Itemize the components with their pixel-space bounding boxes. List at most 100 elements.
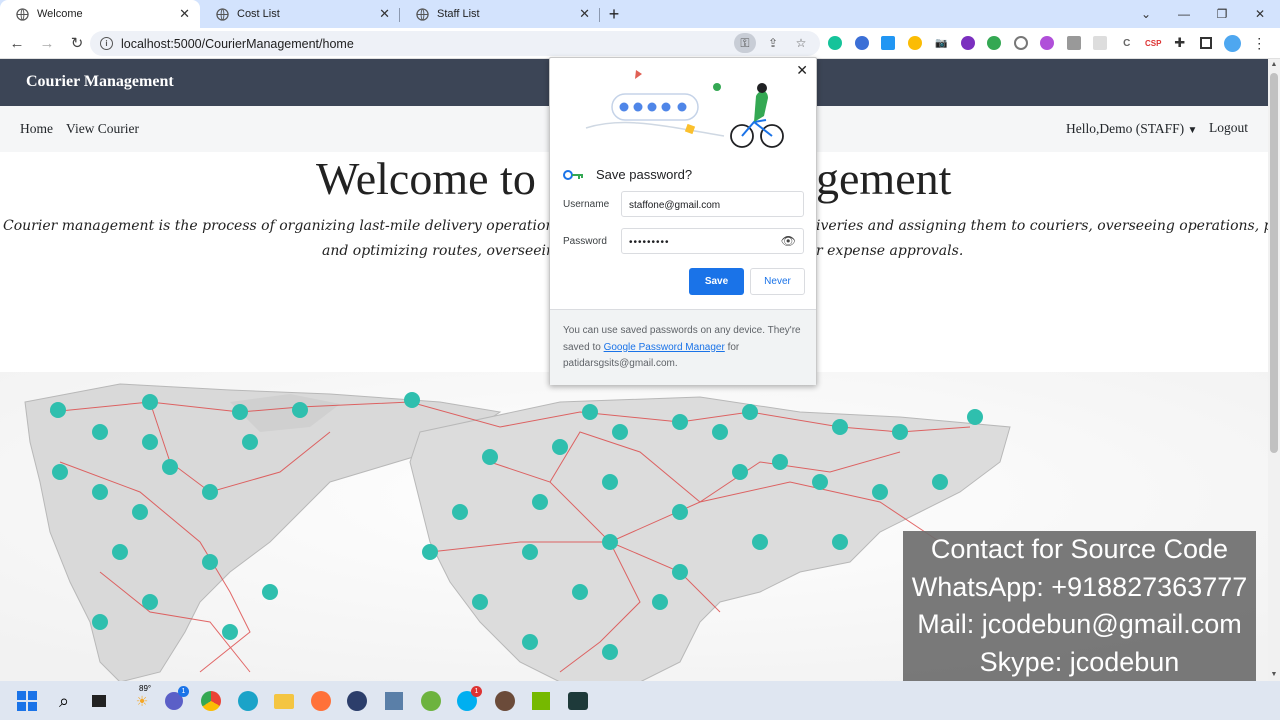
overlay-line: Contact for Source Code — [930, 534, 1229, 564]
scrollbar-thumb[interactable] — [1270, 73, 1278, 453]
extension-icon[interactable] — [981, 34, 1008, 52]
description-line: and optimizing routes, overseeing ve — [322, 243, 585, 259]
extension-icon[interactable]: C — [1114, 34, 1141, 52]
save-button[interactable]: Save — [689, 268, 744, 295]
extension-icon[interactable] — [902, 34, 929, 52]
dialog-footer: You can use saved passwords on any devic… — [550, 309, 816, 385]
tab-cost-list[interactable]: Cost List ✕ — [200, 0, 400, 28]
description-line: Courier management is the process of org… — [3, 218, 625, 234]
app-icon[interactable] — [346, 690, 368, 712]
app-icon[interactable] — [530, 690, 552, 712]
close-icon[interactable]: ✕ — [379, 6, 390, 22]
nav-home-link[interactable]: Home — [20, 121, 53, 137]
close-icon[interactable]: ✕ — [796, 62, 808, 79]
overlay-line: Skype: jcodebun — [979, 646, 1180, 677]
scroll-down-icon[interactable]: ▼ — [1268, 669, 1280, 681]
chrome-icon[interactable] — [200, 690, 222, 712]
caret-down-icon: ▼ — [1187, 125, 1198, 136]
description-line: r expense approvals. — [816, 243, 964, 259]
globe-icon — [416, 7, 429, 21]
minimize-icon[interactable]: — — [1166, 0, 1202, 28]
weather-icon[interactable]: ☀ 89° — [127, 684, 157, 712]
puzzle-icon[interactable]: ✚ — [1167, 34, 1194, 52]
extension-icon[interactable] — [1008, 34, 1035, 52]
footer-account: patidarsgsits@gmail.com. — [563, 358, 678, 369]
reload-icon[interactable]: ↻ — [64, 30, 90, 56]
nav-view-courier-link[interactable]: View Courier — [66, 121, 139, 137]
google-password-manager-link[interactable]: Google Password Manager — [604, 342, 725, 353]
menu-kebab-icon[interactable]: ⋮ — [1246, 34, 1273, 52]
maximize-icon[interactable]: ❐ — [1204, 0, 1240, 28]
grammarly-icon[interactable] — [822, 34, 849, 52]
username-field[interactable]: staffone@gmail.com — [621, 191, 804, 217]
back-arrow-icon[interactable]: ← — [4, 30, 30, 56]
page-scrollbar[interactable]: ▲ ▼ — [1268, 59, 1280, 681]
tab-welcome[interactable]: Welcome ✕ — [0, 0, 200, 28]
edge-icon[interactable] — [237, 690, 259, 712]
footer-text: for — [727, 341, 740, 353]
close-icon[interactable]: ✕ — [579, 6, 590, 22]
terminal-icon[interactable] — [567, 690, 589, 712]
never-button[interactable]: Never — [750, 268, 805, 295]
skype-icon[interactable]: 1 — [456, 686, 482, 712]
logout-link[interactable]: Logout — [1209, 120, 1248, 136]
tab-label: Staff List — [437, 8, 480, 20]
extensions-bar: 📷 C CSP ✚ ⋮ — [822, 34, 1273, 52]
profile-avatar-icon[interactable] — [1220, 34, 1247, 52]
share-icon[interactable]: ⇪ — [762, 33, 784, 53]
camera-icon[interactable]: 📷 — [928, 34, 955, 52]
new-tab-button[interactable]: + — [600, 0, 628, 28]
description-line: iveries and assigning them to couriers, … — [816, 218, 1280, 234]
username-label: Username — [563, 199, 610, 210]
brand-title[interactable]: Courier Management — [26, 73, 174, 91]
extension-icon[interactable] — [1061, 34, 1088, 52]
firefox-icon[interactable] — [310, 690, 332, 712]
extension-icon[interactable] — [1034, 34, 1061, 52]
tab-staff-list[interactable]: Staff List ✕ — [400, 0, 600, 28]
key-icon — [563, 170, 583, 180]
user-menu-label: Hello,Demo (STAFF) — [1066, 121, 1185, 136]
file-explorer-icon[interactable] — [273, 690, 295, 712]
page-title-right: gement — [816, 153, 952, 204]
extension-icon[interactable] — [849, 34, 876, 52]
password-illustration — [585, 70, 784, 148]
window-close-icon[interactable]: ✕ — [1242, 0, 1278, 28]
save-password-dialog: ✕ Save password? Username staffone@gmail… — [549, 57, 817, 385]
info-icon[interactable]: i — [100, 37, 113, 50]
scroll-up-icon[interactable]: ▲ — [1268, 59, 1280, 71]
dialog-title: Save password? — [596, 167, 693, 182]
globe-icon — [216, 7, 229, 21]
sidebar-icon[interactable] — [1193, 34, 1220, 52]
extension-icon[interactable] — [955, 34, 982, 52]
search-icon[interactable]: ⌕ — [53, 690, 75, 712]
page-title-left: Welcome to — [316, 153, 536, 204]
app-icon[interactable] — [383, 690, 405, 712]
task-view-icon[interactable] — [88, 690, 110, 712]
tab-label: Cost List — [237, 8, 280, 20]
globe-icon — [16, 7, 29, 21]
extension-icon[interactable] — [1087, 34, 1114, 52]
forward-arrow-icon[interactable]: → — [34, 30, 60, 56]
windows-start-icon[interactable] — [16, 690, 38, 712]
notification-badge: 1 — [471, 686, 482, 697]
key-icon[interactable]: ⚿ — [734, 33, 756, 53]
user-menu-dropdown[interactable]: Hello,Demo (STAFF) ▼ — [1066, 121, 1197, 137]
teams-icon[interactable]: 1 — [163, 686, 189, 712]
extension-icon[interactable]: CSP — [1140, 34, 1167, 52]
overlay-line: Mail: jcodebun@gmail.com — [917, 609, 1242, 639]
tab-label: Welcome — [37, 8, 83, 20]
eye-icon[interactable]: 👁 — [781, 234, 797, 248]
bookmark-star-icon[interactable]: ☆ — [790, 33, 812, 53]
close-icon[interactable]: ✕ — [179, 6, 190, 22]
url-text: localhost:5000/CourierManagement/home — [121, 36, 354, 51]
browser-tab-strip: Welcome ✕ Cost List ✕ Staff List ✕ + — [0, 0, 1280, 28]
address-bar[interactable]: i localhost:5000/CourierManagement/home … — [90, 31, 820, 56]
contact-overlay: Contact for Source Code WhatsApp: +91882… — [903, 531, 1256, 691]
tab-search-chevron-icon[interactable]: ⌄ — [1128, 0, 1164, 28]
app-icon[interactable] — [494, 690, 516, 712]
password-field[interactable]: ••••••••• 👁 — [621, 228, 804, 254]
spring-icon[interactable] — [420, 690, 442, 712]
password-value: ••••••••• — [629, 237, 670, 248]
windows-taskbar: ⌕ ☀ 89° 1 1 — [0, 681, 1280, 720]
extension-icon[interactable] — [875, 34, 902, 52]
